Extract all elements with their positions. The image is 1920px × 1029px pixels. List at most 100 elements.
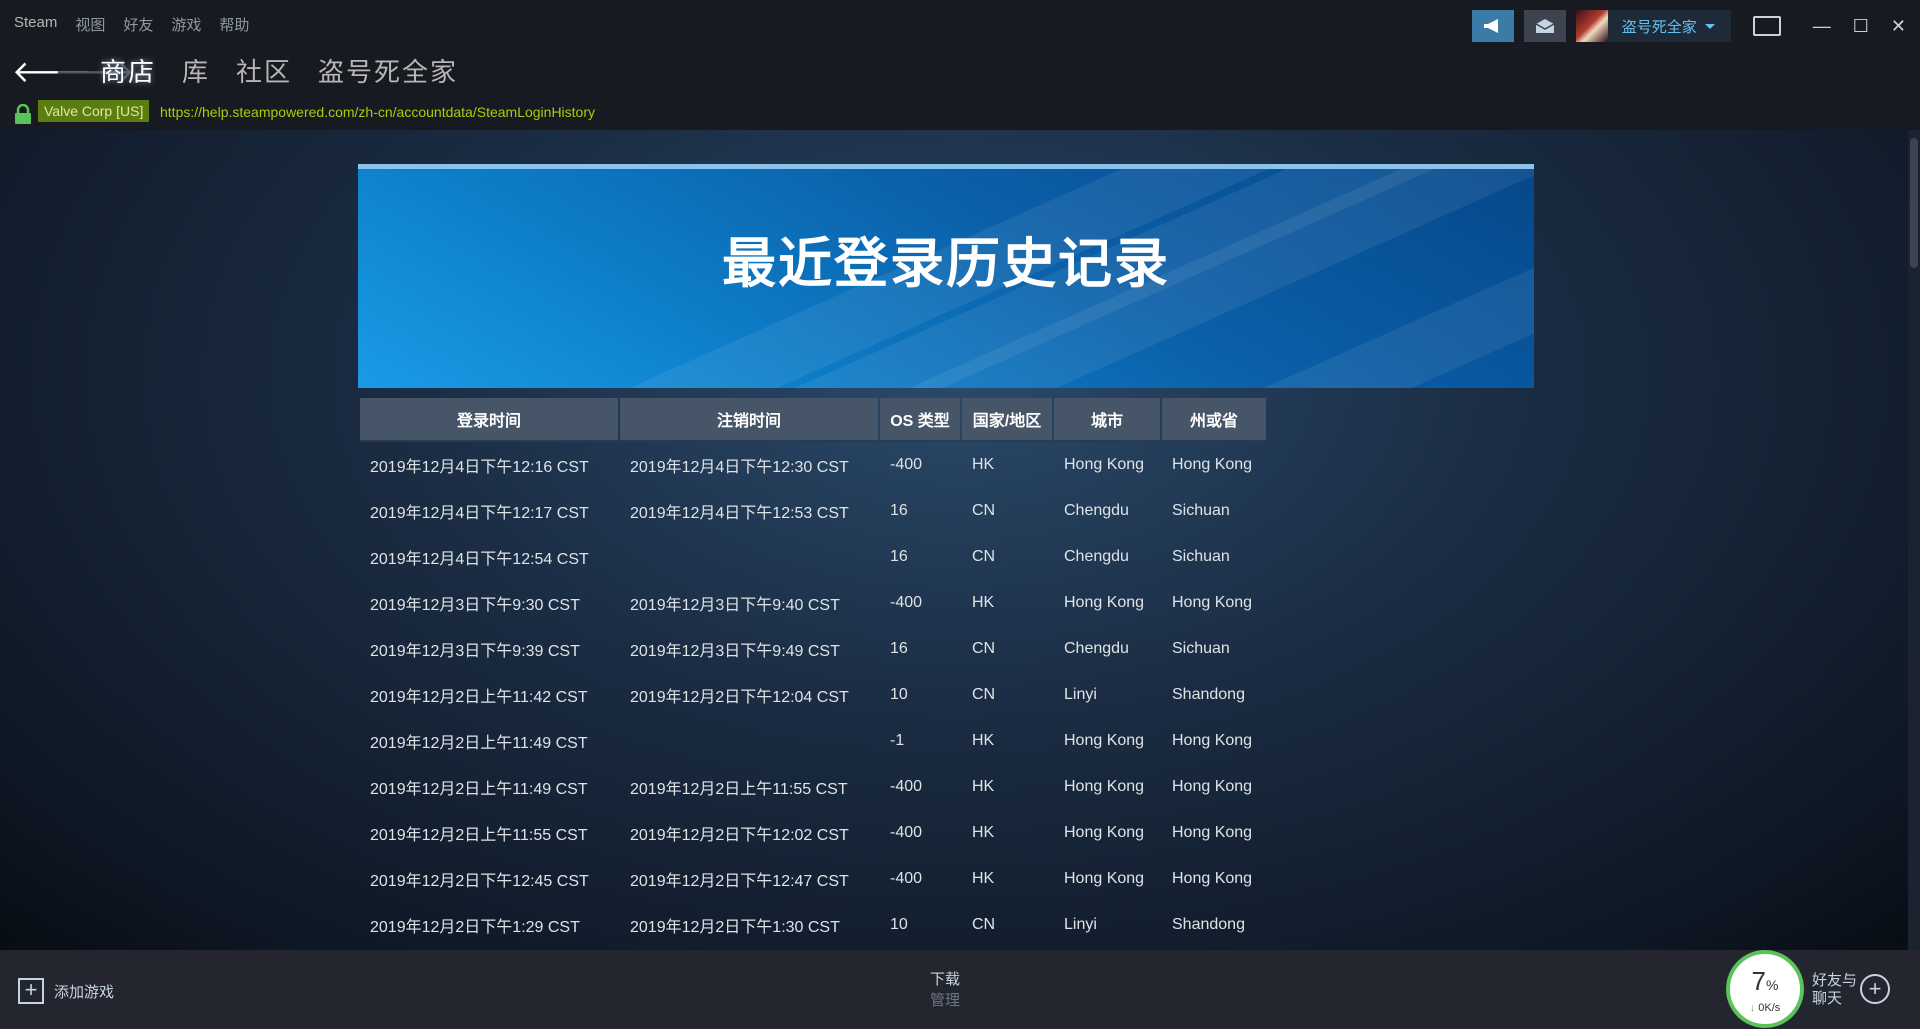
cell-state: Hong Kong: [1172, 732, 1253, 749]
bottom-bar: + 添加游戏 下载 管理 7% ↓ 0K/s 好友与 聊天 +: [0, 950, 1920, 1029]
downloads-title: 下载: [930, 971, 961, 988]
friends-chat-button[interactable]: 好友与 聊天: [1812, 972, 1857, 1008]
megaphone-icon: [1483, 19, 1498, 33]
cell-city: Linyi: [1064, 916, 1097, 933]
close-icon[interactable]: ✕: [1891, 17, 1906, 35]
cell-city: Hong Kong: [1064, 456, 1145, 473]
tab-community[interactable]: 社区: [236, 52, 292, 89]
cell-logout-time: 2019年12月2日下午12:04 CST: [630, 689, 849, 706]
header-os-type: OS 类型: [880, 398, 960, 442]
tab-library[interactable]: 库: [182, 52, 210, 89]
cell-login-time: 2019年12月2日上午11:42 CST: [370, 689, 588, 706]
download-speed: ↓ 0K/s: [1749, 1002, 1781, 1014]
lock-icon: [15, 104, 31, 124]
table-row: 2019年12月2日下午1:29 CST 2019年12月2日下午1:30 CST…: [360, 902, 1266, 948]
maximize-icon[interactable]: ☐: [1853, 17, 1869, 35]
cell-login-time: 2019年12月2日下午1:29 CST: [370, 919, 580, 936]
cell-country: HK: [972, 594, 995, 611]
cell-state: Hong Kong: [1172, 594, 1253, 611]
downloads-button[interactable]: 下载 管理: [930, 968, 960, 1010]
add-game-label: 添加游戏: [54, 983, 115, 1001]
cell-os-type: -400: [890, 778, 923, 795]
cell-os-type: -400: [890, 824, 923, 841]
cell-os-type: 10: [890, 916, 908, 933]
title-bar: Steam 视图 好友 游戏 帮助 盗号死全家 — ☐ ✕: [0, 0, 1920, 48]
cell-country: CN: [972, 502, 996, 519]
table-row: 2019年12月2日下午12:45 CST 2019年12月2日下午12:47 C…: [360, 856, 1266, 902]
cell-country: HK: [972, 870, 995, 887]
header-city: 城市: [1054, 398, 1160, 442]
cell-city: Hong Kong: [1064, 870, 1145, 887]
cell-login-time: 2019年12月2日上午11:55 CST: [370, 827, 588, 844]
cell-state: Sichuan: [1172, 502, 1230, 519]
tab-store[interactable]: 商店: [100, 52, 156, 89]
user-name: 盗号死全家: [1621, 18, 1697, 36]
menu-view[interactable]: 视图: [75, 14, 105, 35]
cell-login-time: 2019年12月4日下午12:17 CST: [370, 505, 589, 522]
cell-os-type: 16: [890, 502, 908, 519]
tab-profile[interactable]: 盗号死全家: [318, 52, 458, 89]
cell-logout-time: [620, 718, 878, 764]
add-game-button[interactable]: + 添加游戏: [18, 978, 114, 1004]
top-right-controls: 盗号死全家 — ☐ ✕: [1471, 10, 1906, 42]
cell-login-time: 2019年12月2日下午12:45 CST: [370, 873, 589, 890]
certificate-badge[interactable]: Valve Corp [US]: [38, 100, 150, 122]
cell-state: Hong Kong: [1172, 456, 1253, 473]
cell-logout-time: 2019年12月2日下午12:47 CST: [630, 873, 849, 890]
cell-os-type: -400: [890, 870, 923, 887]
cell-country: HK: [972, 778, 995, 795]
menu-steam[interactable]: Steam: [14, 14, 57, 35]
nav-tabs: 商店 库 社区 盗号死全家: [100, 52, 458, 89]
table-body: 2019年12月4日下午12:16 CST 2019年12月4日下午12:30 C…: [360, 442, 1266, 948]
cell-logout-time: 2019年12月2日下午12:02 CST: [630, 827, 849, 844]
cell-city: Hong Kong: [1064, 594, 1145, 611]
login-history-table: 登录时间 注销时间 OS 类型 国家/地区 城市 州或省 2019年12月4日下…: [358, 398, 1268, 948]
big-picture-icon[interactable]: [1752, 16, 1781, 36]
cell-login-time: 2019年12月3日下午9:39 CST: [370, 643, 580, 660]
table-row: 2019年12月2日上午11:55 CST 2019年12月2日下午12:02 C…: [360, 810, 1266, 856]
header-login-time: 登录时间: [360, 398, 618, 442]
user-menu[interactable]: 盗号死全家: [1575, 10, 1731, 42]
table-header-row: 登录时间 注销时间 OS 类型 国家/地区 城市 州或省: [360, 398, 1266, 442]
nav-bar: 🡐 🡒 商店 库 社区 盗号死全家: [0, 48, 1920, 98]
page-title: 最近登录历史记录: [722, 232, 1170, 295]
cell-login-time: 2019年12月3日下午9:30 CST: [370, 597, 580, 614]
cell-login-time: 2019年12月4日下午12:54 CST: [370, 551, 589, 568]
cell-state: Hong Kong: [1172, 778, 1253, 795]
cell-country: CN: [972, 916, 996, 933]
menu-friends[interactable]: 好友: [123, 14, 153, 35]
announcements-button[interactable]: [1471, 10, 1514, 42]
scrollbar[interactable]: [1908, 130, 1920, 950]
cell-logout-time: 2019年12月2日下午1:30 CST: [630, 919, 840, 936]
notifications-button[interactable]: [1523, 10, 1566, 42]
cell-country: CN: [972, 640, 996, 657]
cell-country: HK: [972, 824, 995, 841]
table-row: 2019年12月2日上午11:42 CST 2019年12月2日下午12:04 C…: [360, 672, 1266, 718]
cell-city: Chengdu: [1064, 502, 1129, 519]
cell-state: Sichuan: [1172, 640, 1230, 657]
scrollbar-thumb[interactable]: [1910, 138, 1918, 268]
header-state: 州或省: [1162, 398, 1266, 442]
cell-os-type: 10: [890, 686, 908, 703]
add-chat-icon[interactable]: +: [1860, 974, 1890, 1004]
cell-country: HK: [972, 456, 995, 473]
cell-logout-time: 2019年12月4日下午12:53 CST: [630, 505, 849, 522]
cell-country: CN: [972, 548, 996, 565]
table-row: 2019年12月2日上午11:49 CST -1 HK Hong Kong Hong K…: [360, 718, 1266, 764]
cell-logout-time: 2019年12月2日上午11:55 CST: [630, 781, 848, 798]
minimize-icon[interactable]: —: [1813, 17, 1831, 35]
browser-content: 最近登录历史记录 登录时间 注销时间 OS 类型 国家/地区 城市 州或省 20…: [0, 130, 1920, 950]
avatar: [1575, 10, 1608, 42]
down-arrow-icon: ↓: [1749, 1002, 1756, 1014]
menu-games[interactable]: 游戏: [171, 14, 201, 35]
page-url[interactable]: https://help.steampowered.com/zh-cn/acco…: [160, 104, 595, 120]
table-row: 2019年12月3日下午9:30 CST 2019年12月3日下午9:40 CST…: [360, 580, 1266, 626]
cell-state: Shandong: [1172, 916, 1245, 933]
window-controls: — ☐ ✕: [1752, 16, 1906, 36]
table-row: 2019年12月3日下午9:39 CST 2019年12月3日下午9:49 CST…: [360, 626, 1266, 672]
download-progress[interactable]: 7% ↓ 0K/s: [1726, 950, 1804, 1028]
table-row: 2019年12月2日上午11:49 CST 2019年12月2日上午11:55 C…: [360, 764, 1266, 810]
cell-os-type: -400: [890, 456, 923, 473]
menu-bar: Steam 视图 好友 游戏 帮助: [14, 14, 249, 35]
menu-help[interactable]: 帮助: [219, 14, 249, 35]
